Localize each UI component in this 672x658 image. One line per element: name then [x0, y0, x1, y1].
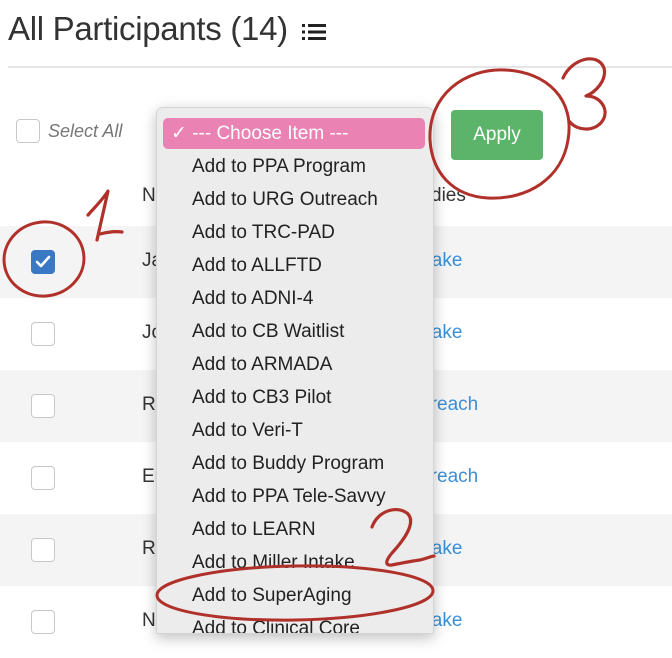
dropdown-option-superaging[interactable]: Add to SuperAging: [192, 585, 352, 607]
select-all-checkbox[interactable]: [16, 119, 40, 143]
dropdown-option[interactable]: Add to ALLFTD: [192, 255, 322, 277]
select-all[interactable]: Select All: [16, 119, 122, 143]
dropdown-option[interactable]: Add to PPA Tele-Savvy: [192, 486, 386, 508]
apply-button[interactable]: Apply: [451, 110, 543, 160]
dropdown-option[interactable]: Add to Buddy Program: [192, 453, 384, 475]
row-checkbox[interactable]: [31, 322, 55, 346]
dropdown-option[interactable]: Add to ADNI-4: [192, 288, 313, 310]
row-checkbox[interactable]: [31, 466, 55, 490]
dropdown-option[interactable]: Add to PPA Program: [192, 156, 366, 178]
page-title-text: All Participants (14): [8, 10, 288, 47]
row-checkbox[interactable]: [31, 538, 55, 562]
dropdown-option[interactable]: Add to CB3 Pilot: [192, 387, 331, 409]
dropdown-option[interactable]: Add to TRC-PAD: [192, 222, 335, 244]
row-checkbox[interactable]: [31, 394, 55, 418]
page-title: All Participants (14): [8, 10, 326, 48]
column-header-name[interactable]: N: [142, 185, 156, 207]
row-checkbox[interactable]: [31, 250, 55, 274]
dropdown-option[interactable]: Add to LEARN: [192, 519, 316, 541]
checkmark-icon: [35, 255, 51, 268]
dropdown-option[interactable]: Add to CB Waitlist: [192, 321, 344, 343]
annotation-digit-three: [561, 57, 607, 131]
dropdown-option[interactable]: Add to Miller Intake: [192, 552, 355, 574]
dropdown-option[interactable]: Add to ARMADA: [192, 354, 332, 376]
title-divider: [8, 66, 672, 68]
dropdown-option[interactable]: Add to URG Outreach: [192, 189, 378, 211]
action-dropdown[interactable]: ✓ --- Choose Item --- Add to PPA Program…: [156, 107, 434, 634]
participant-name[interactable]: R: [142, 538, 156, 560]
column-header-studies[interactable]: dies: [431, 185, 466, 207]
list-icon[interactable]: [301, 22, 326, 42]
select-all-label: Select All: [48, 120, 123, 141]
dropdown-option-selected[interactable]: ✓ --- Choose Item ---: [163, 118, 425, 149]
participant-name[interactable]: N: [142, 610, 156, 632]
dropdown-option[interactable]: Add to Veri-T: [192, 420, 303, 442]
row-checkbox[interactable]: [31, 610, 55, 634]
